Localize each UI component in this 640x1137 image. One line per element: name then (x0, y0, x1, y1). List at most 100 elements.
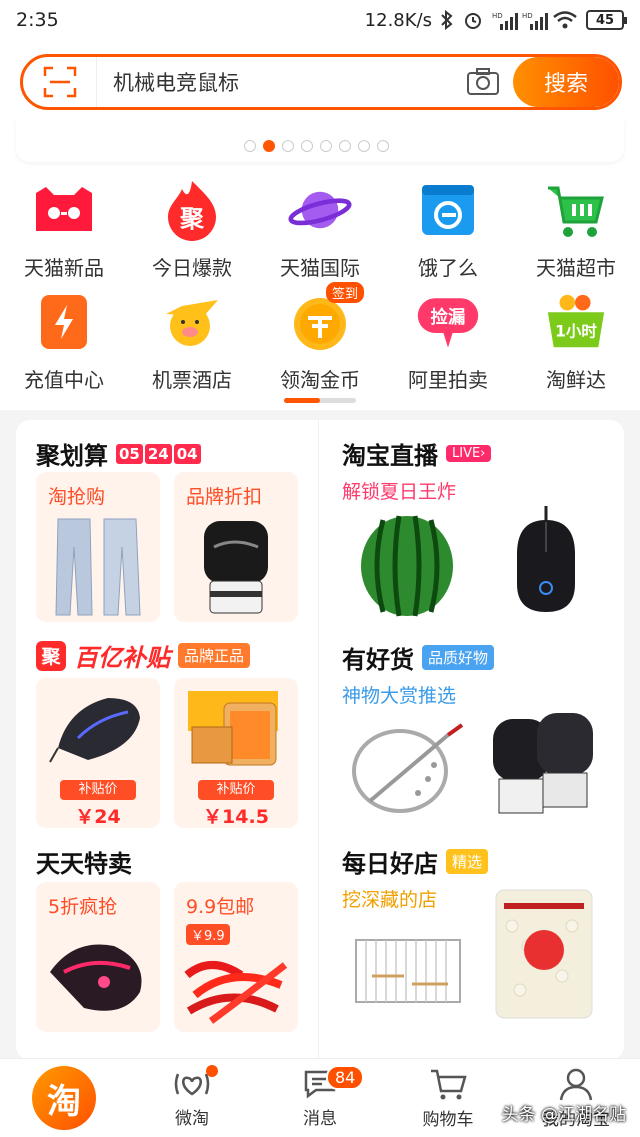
search-bar[interactable]: 机械电竞鼠标 搜索 (20, 54, 622, 110)
tab-my-taobao[interactable]: 我的淘宝 (512, 1059, 640, 1137)
status-bar: 2:35 12.8K/s HD HD 45 (0, 0, 640, 40)
checkin-badge: 签到 (325, 282, 364, 303)
dailyshop-section[interactable]: 每日好店 精选 挖深藏的店 (342, 844, 489, 912)
cart-icon (544, 178, 608, 242)
boxing-gloves-icon[interactable] (486, 704, 602, 824)
shortcut-label: 阿里拍卖 (408, 368, 488, 392)
tile-flash-sale[interactable]: 淘抢购 (36, 472, 160, 622)
countdown-hours: 05 (116, 443, 143, 464)
countdown-timer: 05 24 04 (116, 443, 201, 464)
tile-toast-subsidy[interactable]: 补贴价 ￥14.5 (174, 678, 298, 828)
carousel-dot (339, 140, 351, 152)
tile-half-price[interactable]: 5折疯抢 (36, 882, 160, 1032)
haohuo-section[interactable]: 有好货 品质好物 神物大赏推选 (342, 640, 495, 708)
dailyshop-title: 每日好店 (342, 850, 438, 878)
haohuo-subtitle: 神物大赏推选 (342, 685, 457, 707)
carousel-dot (244, 140, 256, 152)
shopping-cart-icon (431, 1069, 467, 1099)
juhuasuan-title: 聚划算 (36, 442, 108, 470)
shortcut-label: 天猫新品 (24, 256, 104, 280)
live-section[interactable]: 淘宝直播 LIVE› 解锁夏日王炸 (342, 436, 492, 504)
juhuasuan-section[interactable]: 聚划算 05 24 04 (36, 436, 201, 471)
bird-cage-icon[interactable] (346, 920, 470, 1020)
bluetooth-icon (441, 10, 453, 30)
watermelon-icon[interactable] (352, 506, 462, 622)
auction-icon: 捡漏 (416, 290, 480, 354)
tiantian-title: 天天特卖 (36, 850, 132, 878)
scan-icon[interactable] (23, 57, 97, 107)
planet-icon (288, 178, 352, 242)
carousel-dot (301, 140, 313, 152)
shortcut-flight-hotel[interactable]: 机票酒店 (128, 290, 256, 402)
divider (318, 420, 319, 1060)
coin-icon: 签到 (288, 282, 364, 354)
tile-label: 淘抢购 (48, 486, 106, 508)
shortcut-coins[interactable]: 签到 领淘金币 (256, 282, 384, 402)
subsidy-price-label: 补贴价 (60, 780, 136, 800)
search-button[interactable]: 搜索 (513, 57, 619, 107)
shortcut-grid: 天猫新品 聚 今日爆款 天猫国际 饿了么 天猫超市 充值中心 机票酒店 签到 领… (0, 178, 640, 402)
tab-messages[interactable]: 84 消息 (256, 1059, 384, 1137)
carousel-dot (377, 140, 389, 152)
message-count-badge: 84 (326, 1065, 365, 1090)
tmall-cat-icon (32, 178, 96, 242)
basket-glyph: 1小时 (555, 323, 597, 341)
shortcut-taoxianda[interactable]: 1小时 淘鲜达 (512, 290, 640, 402)
tile-label: 5折疯抢 (48, 896, 118, 918)
tile-mouse-subsidy[interactable]: 补贴价 ￥24 (36, 678, 160, 828)
subsidy-title: 百亿补贴 (74, 644, 170, 672)
tab-label: 购物车 (422, 1109, 474, 1130)
subsidy-price: ￥24 (75, 806, 121, 828)
tab-weitao[interactable]: 微淘 (128, 1059, 256, 1137)
peanut-bag-icon[interactable] (486, 884, 602, 1024)
bottom-tab-bar: 淘 微淘 84 消息 购物车 我的淘宝 头条 @江湖名贴 (0, 1058, 640, 1137)
gaming-mouse-icon (36, 678, 160, 778)
weitao-dot-badge (206, 1065, 218, 1077)
boxing-glove-icon (174, 512, 298, 622)
tab-home[interactable]: 淘 (0, 1059, 128, 1137)
tile-brand-discount[interactable]: 品牌折扣 (174, 472, 298, 622)
carousel-dot (282, 140, 294, 152)
auction-glyph: 捡漏 (431, 307, 466, 328)
black-mouse-icon[interactable] (496, 500, 596, 620)
user-icon (559, 1068, 593, 1100)
watermark: 头条 @江湖名贴 (501, 1105, 626, 1125)
tab-cart[interactable]: 购物车 (384, 1059, 512, 1137)
shortcut-row: 充值中心 机票酒店 签到 领淘金币 捡漏 阿里拍卖 1小时 淘鲜达 (0, 282, 640, 402)
camera-icon[interactable] (453, 68, 513, 96)
shortcut-label: 今日爆款 (152, 256, 232, 280)
subsidy-tag: 品牌正品 (178, 643, 251, 668)
basket-icon: 1小时 (544, 290, 608, 354)
carousel-dot-active (263, 140, 275, 152)
shortcut-auction[interactable]: 捡漏 阿里拍卖 (384, 290, 512, 402)
shortcut-eleme[interactable]: 饿了么 (384, 178, 512, 290)
shortcut-label: 充值中心 (24, 368, 104, 392)
top-area: 机械电竞鼠标 搜索 天猫新品 聚 今日爆款 天猫国际 饿了么 天猫超市 充值中心… (0, 40, 640, 410)
alarm-icon (465, 13, 481, 29)
subsidy-section[interactable]: 聚 百亿补贴 品牌正品 (36, 638, 251, 673)
shortcut-tmall-global[interactable]: 天猫国际 (256, 178, 384, 290)
tile-free-shipping[interactable]: 9.9包邮 ￥9.9 (174, 882, 298, 1032)
taobao-home-icon: 淘 (32, 1066, 96, 1130)
ju-logo-icon: 聚 (36, 640, 66, 671)
shortcut-row: 天猫新品 聚 今日爆款 天猫国际 饿了么 天猫超市 (0, 178, 640, 290)
shortcut-label: 饿了么 (418, 256, 478, 280)
fly-pig-icon (160, 290, 224, 354)
search-input[interactable]: 机械电竞鼠标 (97, 67, 453, 97)
live-title: 淘宝直播 (342, 442, 438, 470)
subsidy-price: ￥14.5 (203, 806, 269, 828)
feature-card: 聚划算 05 24 04 淘抢购 品牌折扣 聚 百亿补贴 品牌正品 补贴价 ￥2… (16, 420, 624, 1060)
steel-hoop-icon[interactable] (346, 712, 470, 822)
countdown-seconds: 04 (173, 443, 201, 464)
subsidy-price-label: 补贴价 (198, 780, 274, 800)
shortcut-today-hot[interactable]: 聚 今日爆款 (128, 178, 256, 290)
shortcut-recharge[interactable]: 充值中心 (0, 290, 128, 402)
carousel-dot (358, 140, 370, 152)
tile-label: 9.9包邮 (186, 896, 255, 918)
tiantian-section[interactable]: 天天特卖 (36, 844, 132, 879)
shortcut-tmall-market[interactable]: 天猫超市 (512, 178, 640, 290)
network-speed: 12.8K/s (364, 9, 432, 31)
shortcut-tmall-new[interactable]: 天猫新品 (0, 178, 128, 290)
phone-charge-icon (32, 290, 96, 354)
grid-page-indicator (284, 398, 356, 403)
